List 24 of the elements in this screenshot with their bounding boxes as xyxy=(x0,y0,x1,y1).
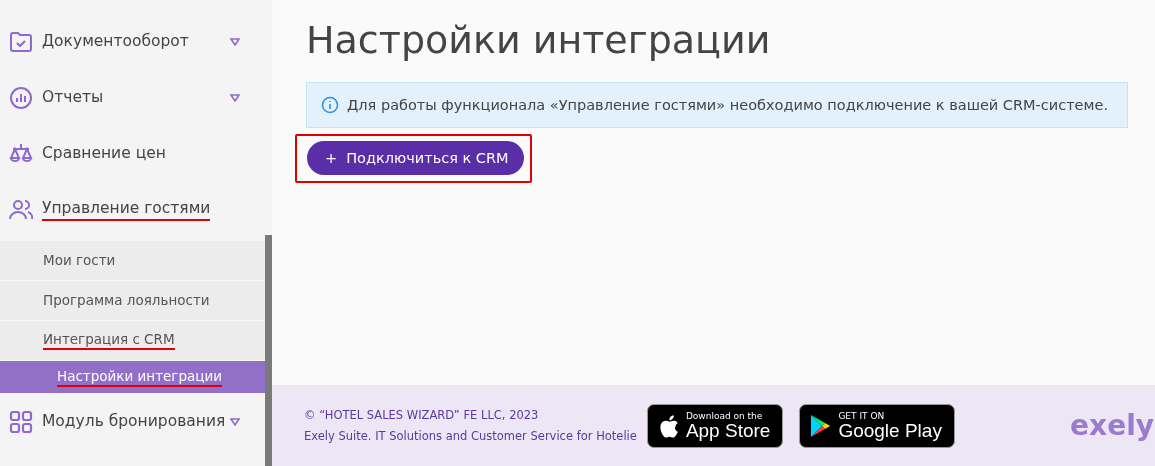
logo: exely xyxy=(1070,409,1154,442)
store-badge[interactable]: GET IT ON Google Play xyxy=(799,403,955,448)
chart-icon xyxy=(9,86,33,110)
info-icon xyxy=(321,96,339,114)
people-icon xyxy=(9,198,33,222)
grid-icon xyxy=(9,410,33,434)
info-text: Для работы функционала «Управление гостями» необходимо подключение к вашей CRM-системе. xyxy=(347,97,1108,113)
sidebar-item[interactable]: Отчеты xyxy=(0,79,265,117)
apple-icon xyxy=(657,412,680,439)
sidebar-item[interactable]: Сравнение цен xyxy=(0,135,265,173)
caret-icon xyxy=(230,38,240,46)
tagline-text: Exely Suite. IT Solutions and Customer Service for Hotelie xyxy=(304,427,637,445)
sidebar-item[interactable]: Документооборот xyxy=(0,23,265,61)
caret-icon xyxy=(230,94,240,102)
sidebar-item[interactable]: Модуль бронирования xyxy=(0,403,265,441)
store-badge[interactable]: Download on the App Store xyxy=(646,403,784,448)
folder-check-icon xyxy=(9,30,33,54)
caret-icon xyxy=(230,418,240,426)
sidebar-item[interactable]: Управление гостями xyxy=(0,191,265,229)
connect-crm-button[interactable]: + Подключиться к CRM xyxy=(307,141,524,175)
scrollbar[interactable] xyxy=(265,235,272,466)
page-title: Настройки интеграции xyxy=(306,18,772,62)
submenu-item[interactable]: Настройки интеграции xyxy=(0,361,265,393)
copyright-text: © “HOTEL SALES WIZARD” FE LLC, 2023 xyxy=(304,406,540,424)
